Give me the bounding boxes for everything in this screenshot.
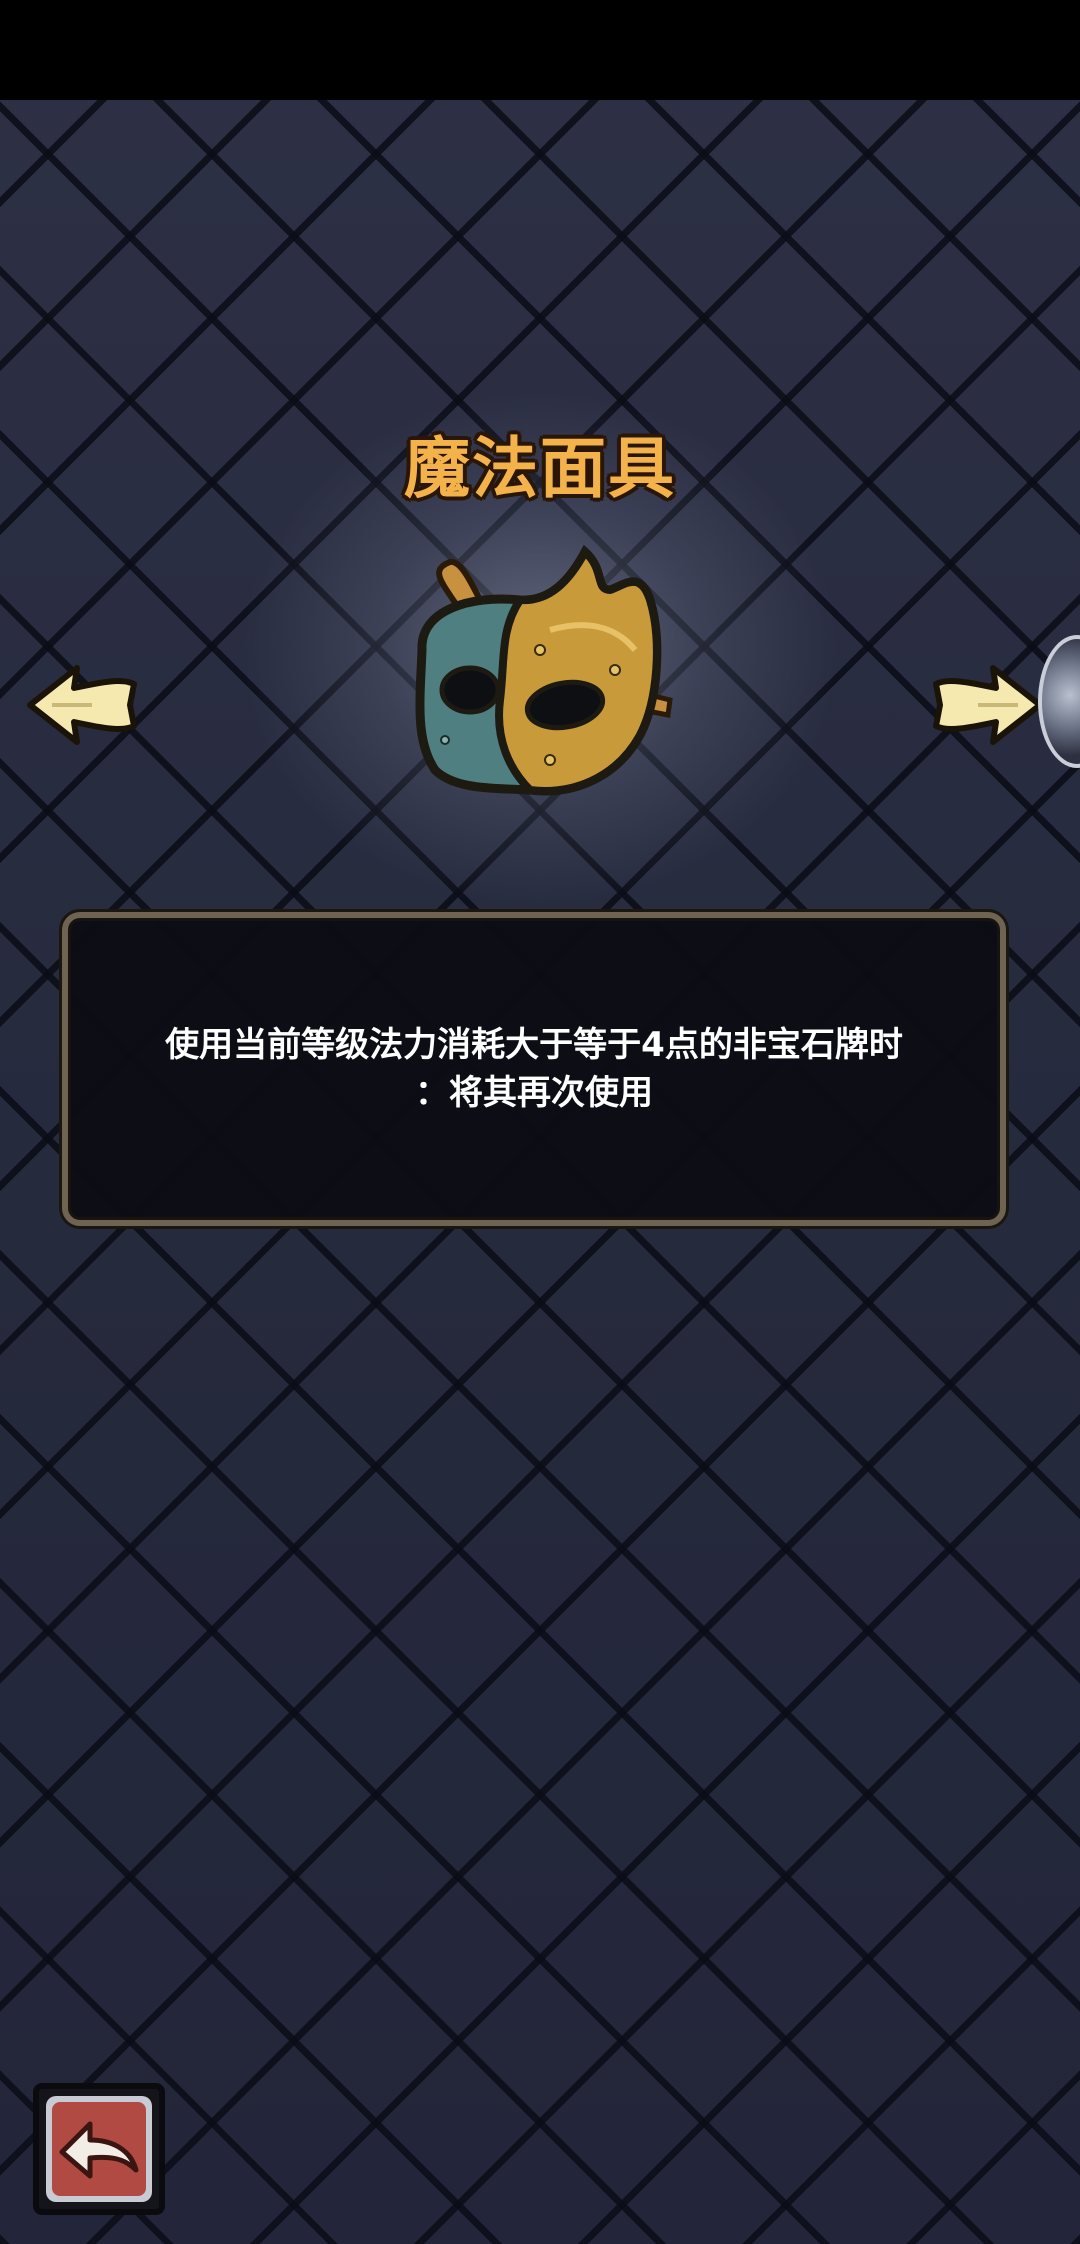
back-arrow-icon [33, 2083, 165, 2215]
status-bar [0, 0, 1080, 100]
description-line-1: 使用当前等级法力消耗大于等于4点的非宝石牌时 [165, 1025, 903, 1065]
next-item-button[interactable] [928, 660, 1048, 750]
item-title: 魔法面具 [404, 430, 676, 507]
prev-item-button[interactable] [22, 660, 142, 750]
description-panel: 使用当前等级法力消耗大于等于4点的非宝石牌时 ：将其再次使用 [62, 912, 1006, 1226]
arrow-right-icon [933, 665, 1043, 745]
mask-icon [400, 540, 690, 810]
arrow-left-icon [27, 665, 137, 745]
back-button[interactable] [32, 2082, 166, 2216]
item-description: 使用当前等级法力消耗大于等于4点的非宝石牌时 ：将其再次使用 [104, 1021, 964, 1117]
description-line-2: ：将其再次使用 [415, 1073, 653, 1113]
